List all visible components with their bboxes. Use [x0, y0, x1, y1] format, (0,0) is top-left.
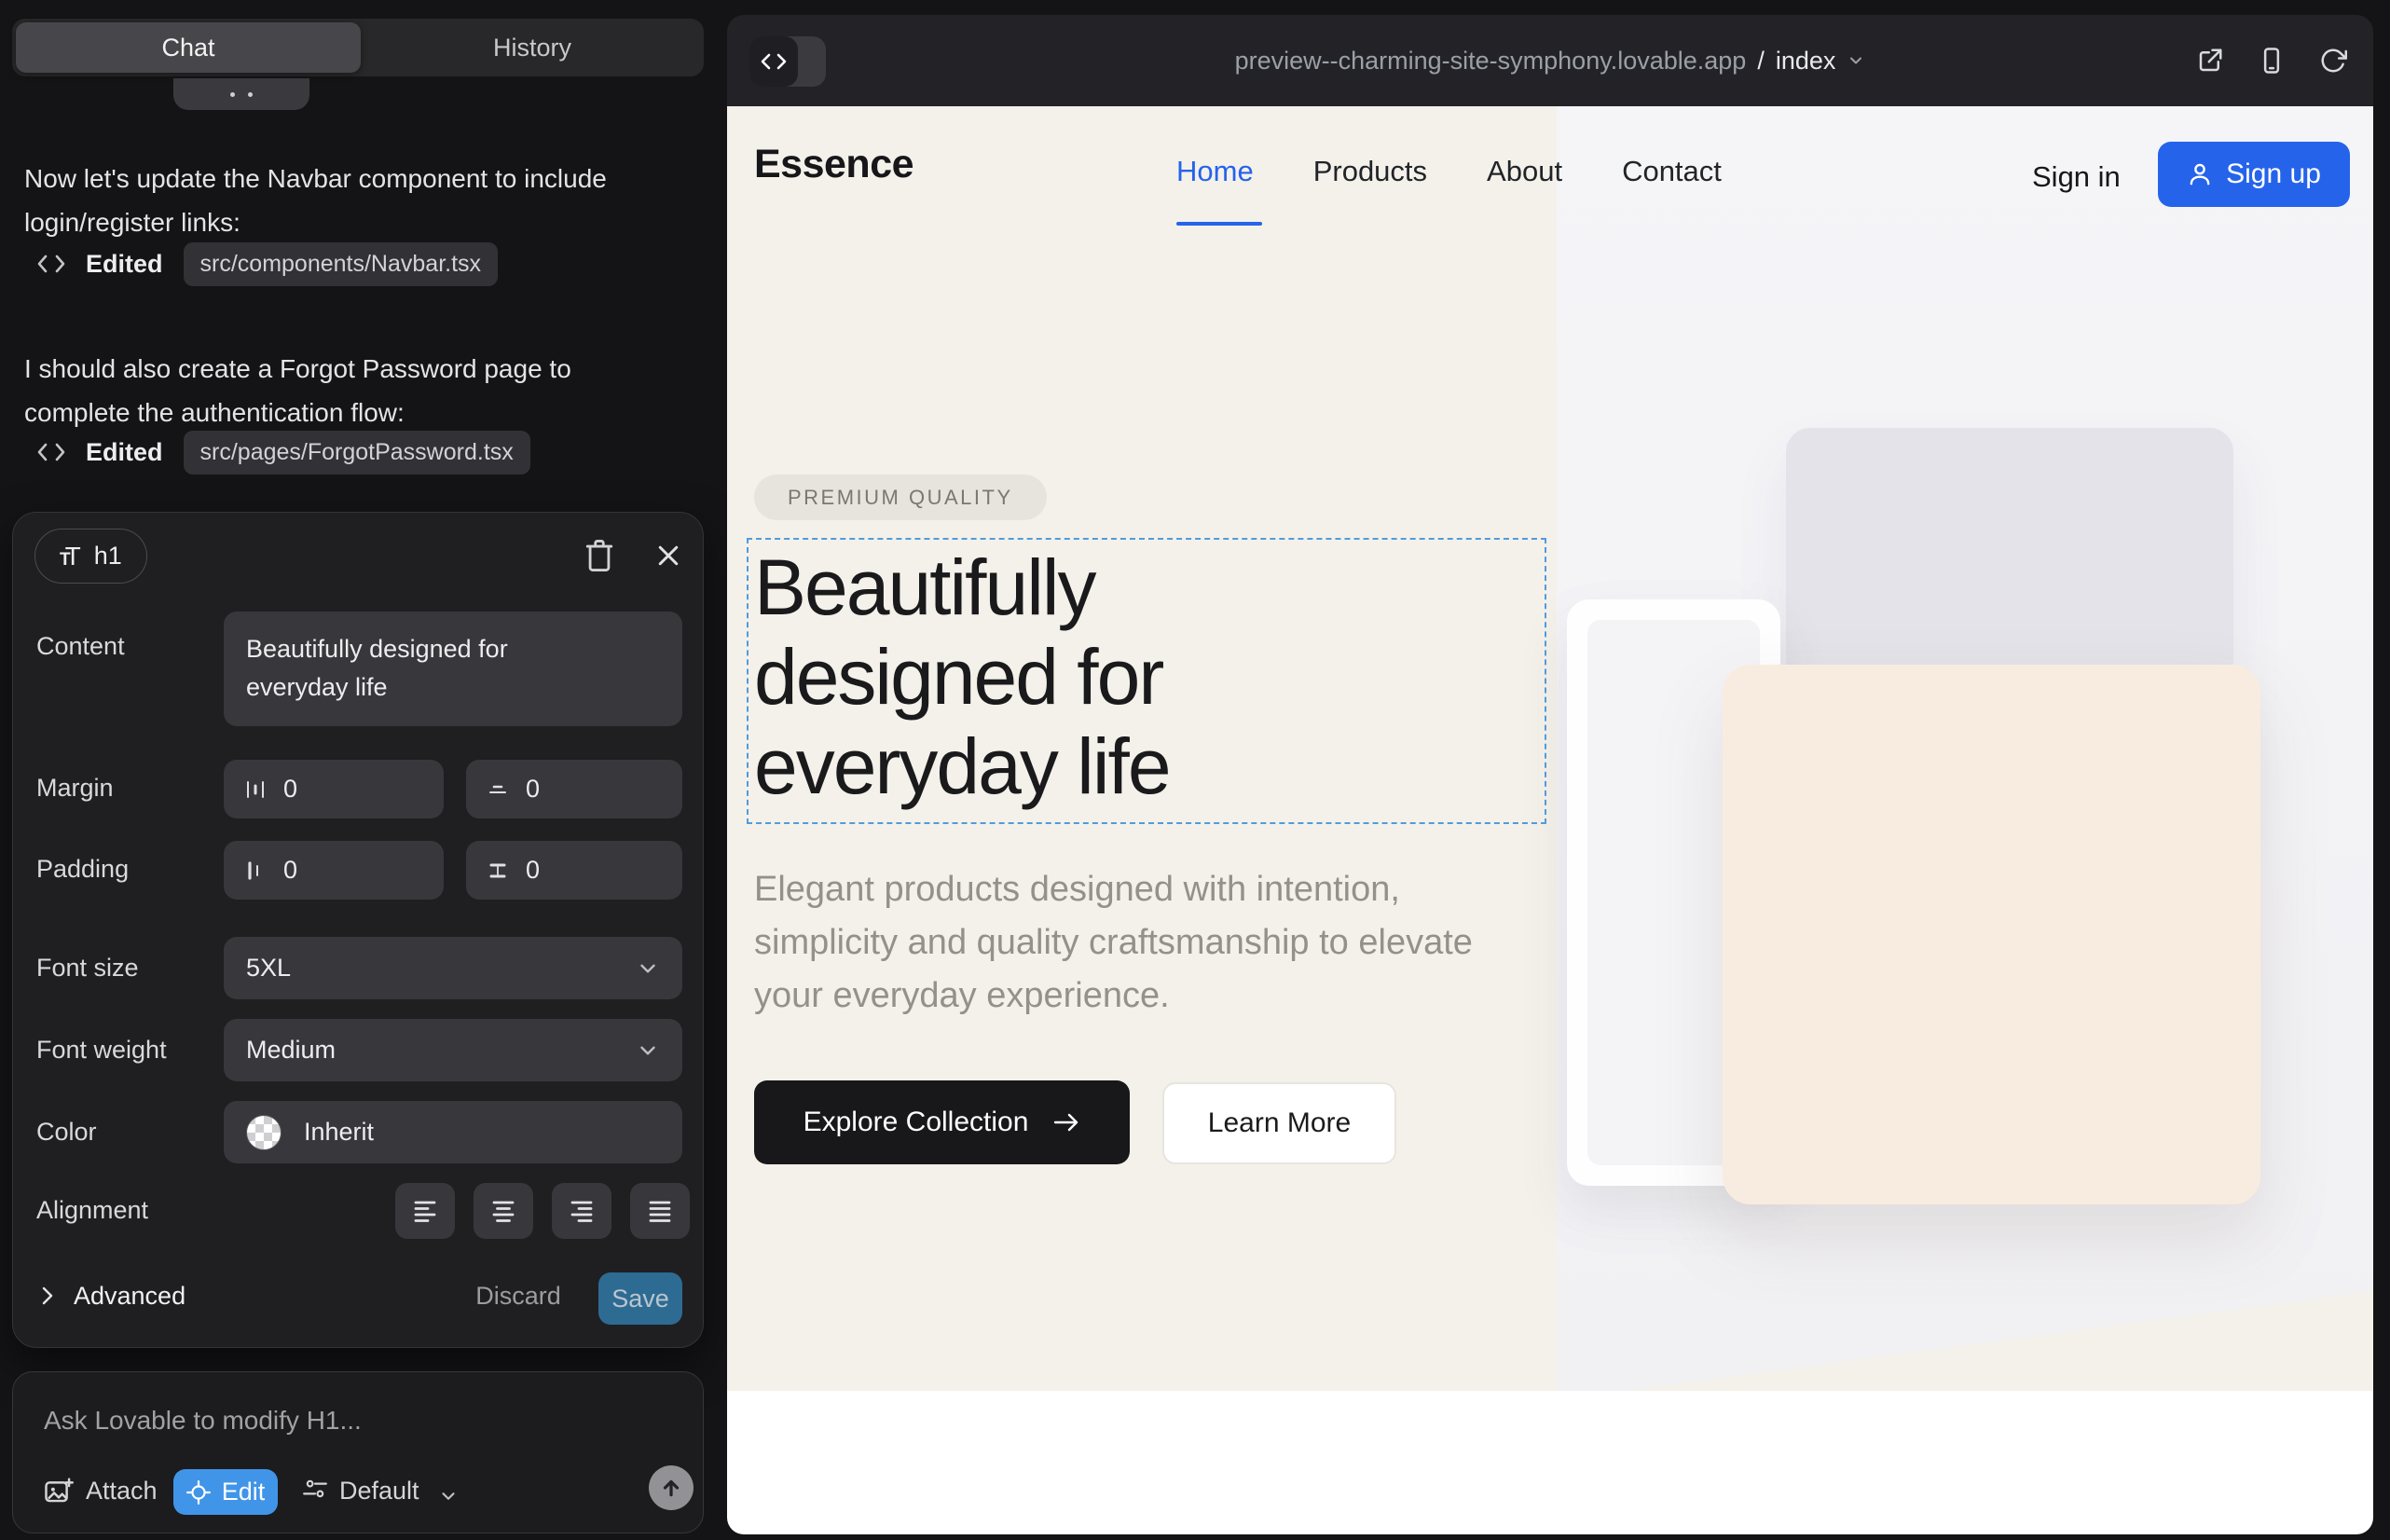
padding-y-input[interactable]: 0 — [466, 841, 682, 900]
margin-label: Margin — [36, 774, 114, 803]
chevron-down-icon — [438, 1486, 459, 1506]
color-swatch — [246, 1115, 282, 1150]
arrow-up-icon — [659, 1476, 683, 1500]
attach-image-icon — [44, 1477, 74, 1505]
url-page: index — [1776, 47, 1836, 76]
tab-chat[interactable]: Chat — [16, 22, 361, 73]
sign-in-link[interactable]: Sign in — [2032, 160, 2121, 194]
target-icon — [186, 1480, 211, 1505]
align-left-button[interactable] — [395, 1183, 455, 1239]
padding-horizontal-icon — [244, 859, 267, 882]
scrolled-message-pill[interactable] — [173, 78, 309, 110]
discard-button[interactable]: Discard — [464, 1267, 572, 1325]
explore-collection-button[interactable]: Explore Collection — [754, 1080, 1130, 1164]
code-icon — [37, 254, 65, 274]
chevron-down-icon — [636, 956, 660, 981]
margin-horizontal-icon — [244, 778, 267, 801]
nav-link-about[interactable]: About — [1487, 155, 1562, 188]
align-center-icon — [490, 1198, 516, 1224]
refresh-icon[interactable] — [2319, 47, 2347, 75]
nav-link-contact[interactable]: Contact — [1622, 155, 1722, 188]
prompt-composer: Ask Lovable to modify H1... Attach Edit … — [12, 1371, 704, 1533]
element-tag-pill[interactable]: TT h1 — [34, 529, 147, 584]
mode-select[interactable]: Default — [339, 1477, 419, 1506]
learn-more-button[interactable]: Learn More — [1162, 1082, 1396, 1164]
trash-icon[interactable] — [584, 538, 615, 573]
edited-file-row: Edited src/pages/ForgotPassword.tsx — [37, 429, 530, 475]
active-nav-underline — [1176, 222, 1262, 226]
chat-message: I should also create a Forgot Password p… — [24, 347, 616, 434]
hero-title[interactable]: Beautifully designed for everyday life — [754, 543, 1170, 811]
site-nav: Home Products About Contact — [1176, 155, 1722, 188]
font-size-select[interactable]: 5XL — [224, 937, 682, 999]
color-select[interactable]: Inherit — [224, 1101, 682, 1163]
nav-link-home[interactable]: Home — [1176, 155, 1254, 188]
chat-history-tabbar: Chat History — [12, 19, 704, 76]
hero-description: Elegant products designed with intention… — [754, 863, 1500, 1023]
file-chip[interactable]: src/pages/ForgotPassword.tsx — [184, 431, 530, 474]
alignment-label: Alignment — [36, 1196, 148, 1225]
margin-y-input[interactable]: 0 — [466, 760, 682, 818]
chevron-down-icon — [1847, 51, 1865, 70]
font-weight-label: Font weight — [36, 1036, 167, 1065]
padding-x-input[interactable]: 0 — [224, 841, 444, 900]
font-weight-select[interactable]: Medium — [224, 1019, 682, 1081]
url-bar[interactable]: preview--charming-site-symphony.lovable.… — [727, 15, 2373, 106]
code-icon — [37, 442, 65, 462]
align-center-button[interactable] — [474, 1183, 533, 1239]
element-tag-label: h1 — [94, 542, 122, 571]
align-right-button[interactable] — [552, 1183, 611, 1239]
align-justify-button[interactable] — [630, 1183, 690, 1239]
open-external-icon[interactable] — [2196, 47, 2224, 75]
sign-up-button[interactable]: Sign up — [2158, 142, 2350, 207]
chevron-down-icon — [636, 1038, 660, 1063]
tab-history[interactable]: History — [361, 19, 704, 76]
site-canvas: Essence Home Products About Contact Sign… — [727, 106, 2373, 1534]
save-button[interactable]: Save — [598, 1272, 682, 1325]
element-editor-panel: TT h1 Content Beautifully designed for e… — [12, 512, 704, 1348]
text-type-icon: TT — [60, 542, 81, 571]
app-root: Chat History Now let's update the Navbar… — [0, 0, 2390, 1540]
content-label: Content — [36, 632, 125, 661]
attach-button[interactable]: Attach — [86, 1477, 158, 1506]
content-input[interactable]: Beautifully designed for everyday life — [224, 612, 682, 726]
site-logo[interactable]: Essence — [754, 142, 913, 187]
chevron-right-icon — [38, 1285, 57, 1307]
close-icon[interactable] — [654, 542, 682, 570]
font-size-label: Font size — [36, 954, 139, 983]
url-separator: / — [1757, 47, 1765, 76]
nav-link-products[interactable]: Products — [1313, 155, 1427, 188]
settings-sliders-icon — [302, 1477, 328, 1501]
align-left-icon — [412, 1198, 438, 1224]
chrome-actions — [2196, 15, 2347, 106]
edited-file-row: Edited src/components/Navbar.tsx — [37, 241, 498, 287]
arrow-right-icon — [1052, 1111, 1080, 1134]
preview-window: preview--charming-site-symphony.lovable.… — [727, 15, 2373, 1534]
composer-input[interactable]: Ask Lovable to modify H1... — [44, 1406, 362, 1436]
padding-label: Padding — [36, 855, 129, 884]
mobile-view-icon[interactable] — [2258, 47, 2286, 75]
edit-mode-button[interactable]: Edit — [173, 1469, 278, 1515]
advanced-toggle[interactable]: Advanced — [38, 1267, 185, 1325]
edited-label: Edited — [86, 250, 163, 279]
hero-badge: PREMIUM QUALITY — [754, 474, 1047, 520]
user-icon — [2187, 161, 2213, 187]
align-justify-icon — [647, 1198, 673, 1224]
file-chip[interactable]: src/components/Navbar.tsx — [184, 242, 499, 286]
align-right-icon — [569, 1198, 595, 1224]
margin-x-input[interactable]: 0 — [224, 760, 444, 818]
chat-message: Now let's update the Navbar component to… — [24, 157, 616, 244]
decorative-card-cream — [1723, 665, 2260, 1204]
url-domain: preview--charming-site-symphony.lovable.… — [1235, 47, 1747, 76]
send-button[interactable] — [649, 1465, 694, 1510]
edited-label: Edited — [86, 438, 163, 467]
color-label: Color — [36, 1118, 97, 1147]
margin-vertical-icon — [487, 778, 509, 801]
padding-vertical-icon — [487, 859, 509, 882]
